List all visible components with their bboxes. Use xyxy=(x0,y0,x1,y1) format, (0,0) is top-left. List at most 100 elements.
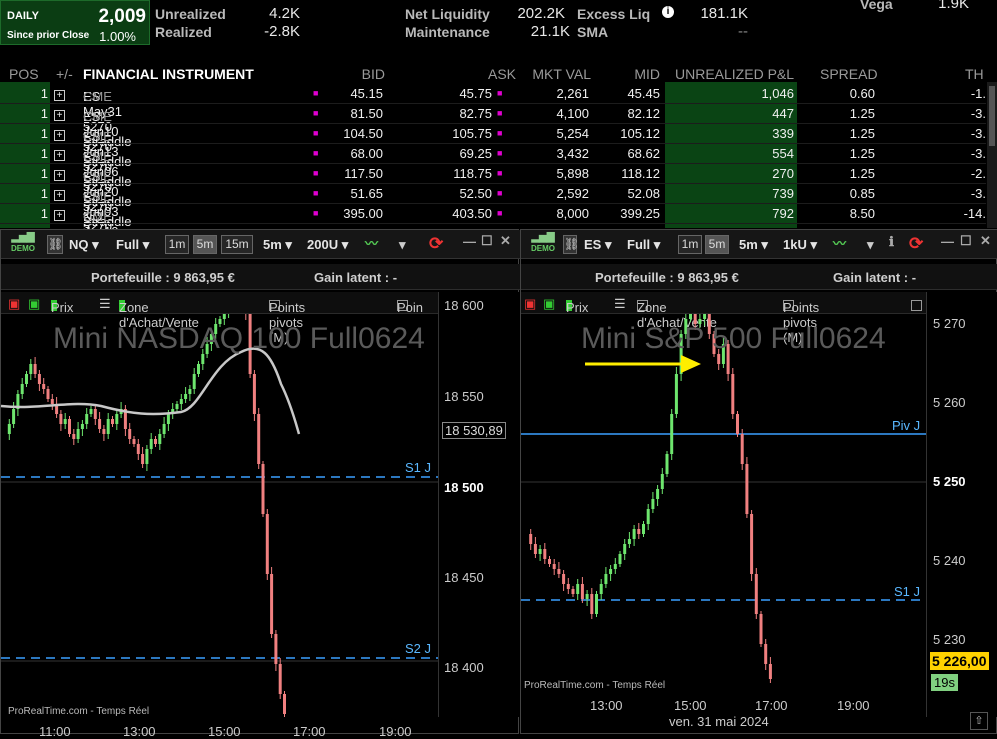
candle xyxy=(37,374,41,384)
es-watermark: Mini S&P 500 Full0624 xyxy=(581,322,886,355)
list-icon[interactable]: ☰ xyxy=(614,296,626,312)
candle xyxy=(136,444,140,454)
row-unrealized: 339 xyxy=(772,126,794,141)
table-row[interactable]: 1 + ES May31 5270 Straddle CME ■ 45.15 45.75 ■… xyxy=(0,83,986,149)
candle xyxy=(595,594,598,614)
table-row[interactable]: 1 + ES Jun20 5270 Straddle CME ■ 117.50 118.7… xyxy=(0,163,986,229)
candle xyxy=(637,529,641,534)
col-ask[interactable]: ASK xyxy=(480,66,516,82)
row-theta: -3. xyxy=(970,126,986,141)
link-icon[interactable]: ⛓ xyxy=(563,235,579,254)
row-pos: 1 xyxy=(40,86,48,101)
candle xyxy=(179,399,183,404)
table-scrollbar[interactable] xyxy=(987,82,997,228)
es-interval-select[interactable]: 5m ▾ xyxy=(739,237,768,258)
sell-icon[interactable]: ▣ xyxy=(524,296,536,312)
col-bid[interactable]: BID xyxy=(355,66,385,82)
maximize-icon[interactable]: ☐ xyxy=(960,233,972,254)
es-xtick: 19:00 xyxy=(837,698,870,713)
candle xyxy=(754,574,758,614)
candle xyxy=(764,644,768,664)
candle xyxy=(529,534,533,544)
row-bid: 51.65 xyxy=(350,186,383,201)
col-instrument[interactable]: FINANCIAL INSTRUMENT xyxy=(83,66,254,82)
row-pos: 1 xyxy=(40,126,48,141)
minimize-icon[interactable]: — xyxy=(941,234,954,255)
buy-icon[interactable]: ▣ xyxy=(543,296,555,312)
nq-portfolio: Portefeuille : 9 863,95 € xyxy=(91,270,235,285)
es-tf-5m[interactable]: 5m xyxy=(705,235,729,254)
info-icon[interactable]: i xyxy=(662,6,674,18)
es-units-select[interactable]: 1kU ▾ xyxy=(783,237,817,258)
sma-value: -- xyxy=(738,23,748,40)
es-price-chart[interactable] xyxy=(521,314,926,694)
candle xyxy=(42,384,46,389)
list-icon[interactable]: ☰ xyxy=(99,296,111,312)
nq-tf-5m[interactable]: 5m xyxy=(193,235,217,254)
candle xyxy=(265,514,269,574)
indicators-icon[interactable]: 〰 xyxy=(365,233,395,254)
candle xyxy=(85,414,89,424)
buy-icon[interactable]: ▣ xyxy=(28,296,40,312)
candle xyxy=(12,409,16,424)
since-close-label: Since prior Close xyxy=(7,30,90,41)
maximize-icon[interactable]: ☐ xyxy=(481,233,493,254)
indicators-dropdown-icon[interactable]: ▾ xyxy=(399,237,406,258)
candle xyxy=(141,454,145,464)
candle xyxy=(162,424,166,434)
col-unrealized[interactable]: UNREALIZED P&L xyxy=(675,66,794,82)
nq-xtick: 19:00 xyxy=(379,724,412,739)
table-row[interactable]: 1 + ES Jun06 5270 Straddle CME ■ 68.00 69.25 ■… xyxy=(0,143,986,209)
es-ytick: 5 230 xyxy=(933,632,966,647)
nq-units-select[interactable]: 200U ▾ xyxy=(307,237,348,258)
candle xyxy=(576,584,580,594)
bid-marker-icon: ■ xyxy=(313,168,319,178)
col-mktval[interactable]: MKT VAL xyxy=(525,66,591,82)
nq-tf-1m[interactable]: 1m xyxy=(165,235,189,254)
close-icon[interactable]: ✕ xyxy=(500,233,511,254)
nq-price-chart[interactable] xyxy=(1,314,438,720)
es-symbol[interactable]: ES ▾ xyxy=(584,237,611,258)
candle xyxy=(651,499,655,509)
candle xyxy=(63,419,67,424)
link-icon[interactable]: ⛓ xyxy=(47,235,63,254)
demo-logo: ▂▅▇ DEMO xyxy=(531,232,555,253)
nq-tf-15m[interactable]: 15m xyxy=(221,235,253,254)
table-row[interactable]: 1+NQ Jun10 18600 Straddle CME■395.00403.… xyxy=(0,203,986,269)
refresh-icon[interactable]: ⟳ xyxy=(909,234,923,255)
table-row[interactable]: 1 + ES Jun13 5270 Straddle CME ■ 104.50 105.7… xyxy=(0,123,986,189)
row-ask: 105.75 xyxy=(452,126,492,141)
col-pos[interactable]: POS xyxy=(9,66,39,82)
col-theta[interactable]: TH xyxy=(965,66,984,82)
scroll-up-icon[interactable]: ⇧ xyxy=(970,712,988,730)
nq-interval-select[interactable]: 5m ▾ xyxy=(263,237,292,258)
es-date: ven. 31 mai 2024 xyxy=(669,714,769,729)
es-view-select[interactable]: Full ▾ xyxy=(627,237,660,258)
nq-watermark: Mini NASDAQ 100 Full0624 xyxy=(53,322,425,355)
nq-ytick: 18 500 xyxy=(444,480,484,495)
row-mktval: 5,898 xyxy=(556,166,589,181)
bid-marker-icon: ■ xyxy=(313,148,319,158)
col-mid[interactable]: MID xyxy=(630,66,660,82)
nq-view-select[interactable]: Full ▾ xyxy=(116,237,149,258)
daily-pnl-box: DAILY 2,009 Since prior Close 1.00% xyxy=(0,0,150,45)
es-source: ProRealTime.com - Temps Réel xyxy=(524,680,666,691)
indicators-dropdown-icon[interactable]: ▾ xyxy=(867,237,874,258)
es-last-price: 5 226,00 xyxy=(930,652,989,670)
indicators-icon[interactable]: 〰 xyxy=(833,233,863,254)
close-icon[interactable]: ✕ xyxy=(980,233,991,254)
refresh-icon[interactable]: ⟳ xyxy=(429,234,443,255)
candle xyxy=(283,694,286,714)
nq-price-axis[interactable] xyxy=(438,292,520,717)
col-spread[interactable]: SPREAD xyxy=(820,66,878,82)
minimize-icon[interactable]: — xyxy=(463,234,476,255)
nq-symbol[interactable]: NQ ▾ xyxy=(69,237,99,258)
candle xyxy=(736,414,739,434)
table-row[interactable]: 1 + ES Jun10 5270 Straddle CME ■ 81.50 82.75 ■… xyxy=(0,103,986,169)
table-row[interactable]: 1+ES Jun03 5270 Straddle CME■51.6552.50■… xyxy=(0,183,986,249)
sell-icon[interactable]: ▣ xyxy=(8,296,20,312)
row-mid: 82.12 xyxy=(627,106,660,121)
info-icon[interactable]: ℹ xyxy=(889,234,894,255)
es-tf-1m[interactable]: 1m xyxy=(678,235,702,254)
col-plusminus[interactable]: +/- xyxy=(56,66,73,82)
